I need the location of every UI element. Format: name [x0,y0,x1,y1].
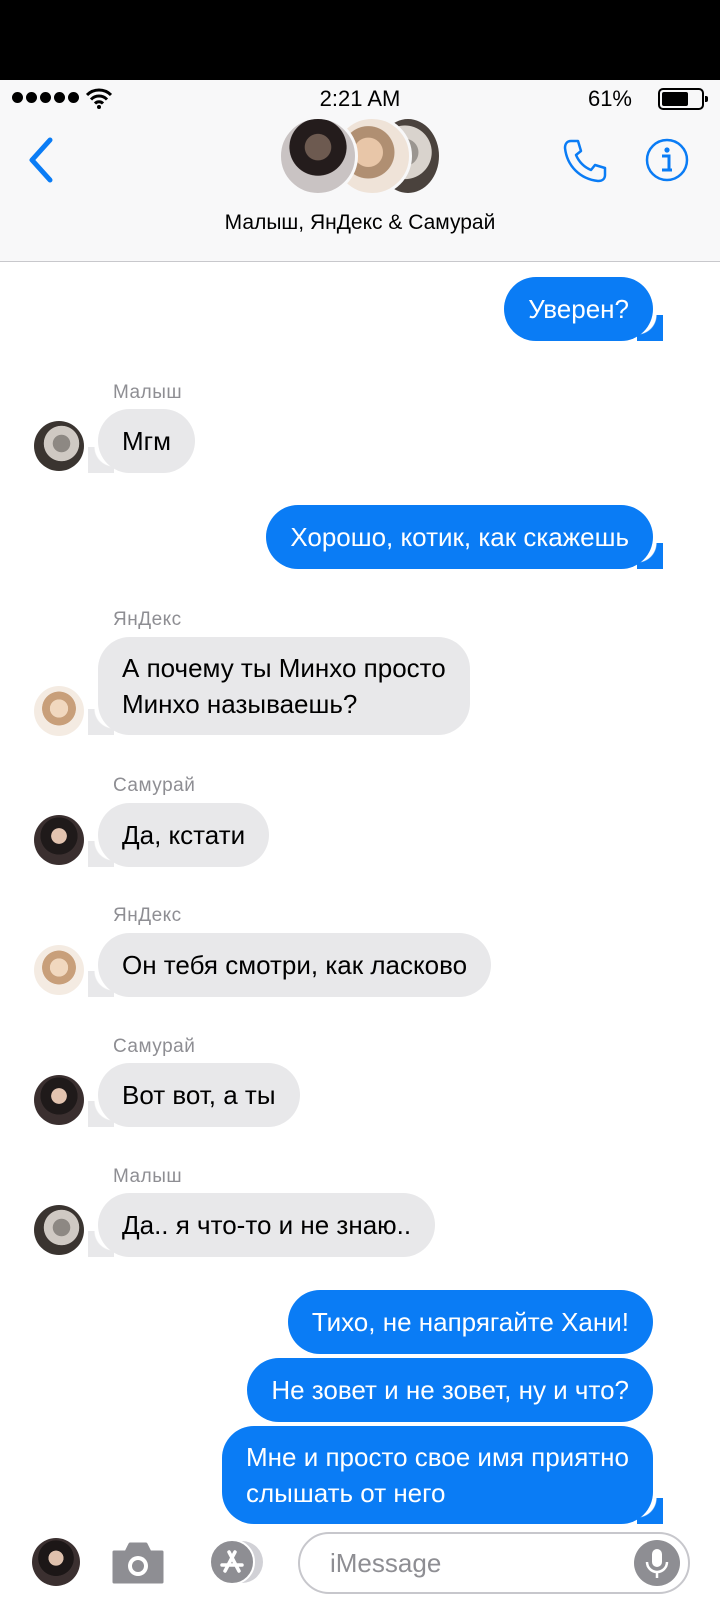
incoming-message[interactable]: А почему ты Минхо просто Минхо называешь… [88,637,470,735]
sender-name: Самурай [113,775,196,796]
top-black-bar [0,0,720,80]
composer-bar: iMessage [0,1530,720,1612]
message-input-placeholder: iMessage [330,1548,442,1578]
outgoing-message[interactable]: Тихо, не напрягайте Хани! [287,1290,653,1354]
sender-name: ЯнДекс [113,905,182,926]
message-input[interactable]: iMessage [298,1532,690,1594]
phone-icon[interactable] [562,138,608,184]
avatar[interactable] [34,1075,84,1125]
avatar[interactable] [34,945,84,995]
avatar[interactable] [34,421,84,471]
avatar[interactable] [34,815,84,865]
outgoing-message[interactable]: Мне и просто свое имя приятно слышать от… [222,1426,663,1524]
incoming-message[interactable]: Да, кстати [87,803,270,867]
incoming-message[interactable]: Да.. я что-то и не знаю.. [87,1193,436,1257]
outgoing-message[interactable]: Уверен? [504,277,663,341]
back-chevron-icon[interactable] [22,132,62,188]
avatar[interactable] [34,1205,84,1255]
info-icon[interactable] [645,138,689,182]
incoming-message[interactable]: Вот вот, а ты [88,1063,300,1127]
microphone-icon[interactable] [634,1540,680,1586]
avatar[interactable] [34,686,84,736]
group-name[interactable]: Малыш, ЯнДекс & Самурай [0,211,720,235]
avatar [278,116,358,196]
outgoing-message[interactable]: Не зовет и не зовет, ну и что? [247,1358,653,1422]
conversation-header: 2:21 AM 61% Малыш, ЯнДекс & Самурай [0,80,720,262]
battery-percentage: 61% [587,86,632,111]
group-avatars[interactable] [278,116,442,198]
sender-name: Малыш [113,382,183,403]
outgoing-message[interactable]: Хорошо, котик, как скажешь [266,505,663,569]
sender-name: ЯнДекс [113,609,182,630]
incoming-message[interactable]: Он тебя смотри, как ласково [87,933,492,997]
status-bar: 2:21 AM 61% [0,80,720,116]
camera-icon[interactable] [110,1540,166,1586]
sender-name: Самурай [113,1036,196,1057]
battery-icon [658,88,708,110]
sender-name: Малыш [113,1166,183,1187]
avatar[interactable] [32,1538,80,1586]
incoming-message[interactable]: Мгм [87,409,196,473]
app-store-icon[interactable] [204,1538,268,1586]
